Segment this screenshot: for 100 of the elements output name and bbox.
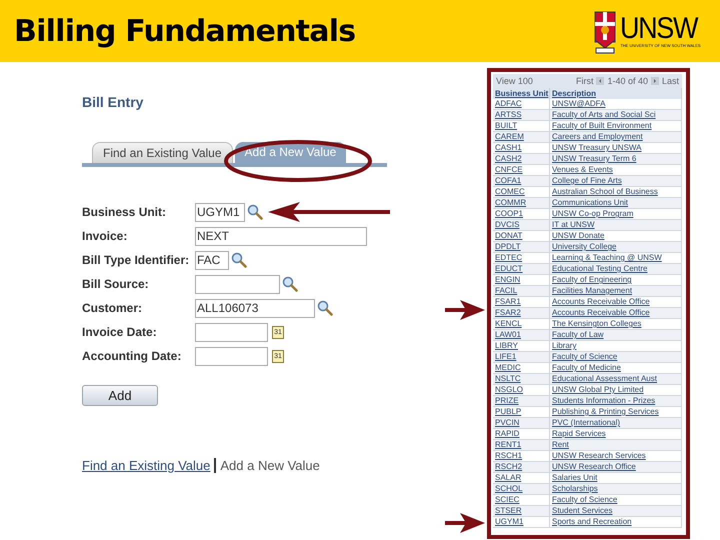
input-field[interactable]: NEXT [195,226,367,246]
table-cell-link[interactable]: UNSW Global Pty Limited [550,385,682,395]
table-cell-link[interactable]: RENT1 [493,440,550,450]
table-cell-link[interactable]: DPDLT [493,242,550,252]
table-cell-link[interactable]: NSLTC [493,374,550,384]
table-cell-link[interactable]: Communications Unit [550,198,682,208]
table-cell-link[interactable]: Faculty of Medicine [550,363,682,373]
table-cell-link[interactable]: Faculty of Law [550,330,682,340]
table-cell-link[interactable]: EDUCT [493,264,550,274]
table-cell-link[interactable]: Faculty of Science [550,495,682,505]
table-cell-link[interactable]: COOP1 [493,209,550,219]
table-cell-link[interactable]: Rent [550,440,682,450]
table-cell-link[interactable]: PVCIN [493,418,550,428]
table-cell-link[interactable]: COFA1 [493,176,550,186]
table-cell-link[interactable]: Publishing & Printing Services [550,407,682,417]
table-cell-link[interactable]: SALAR [493,473,550,483]
table-cell-link[interactable]: CASH1 [493,143,550,153]
input-field[interactable]: ALL106073 [195,298,315,318]
table-cell-link[interactable]: UNSW Research Office [550,462,682,472]
last-link[interactable]: Last [662,76,679,86]
logo-wordmark: UNSW [620,14,698,44]
field-label: Bill Source: [82,276,150,293]
search-icon[interactable] [247,204,263,220]
table-cell-link[interactable]: PUBLP [493,407,550,417]
table-cell-link[interactable]: COMMR [493,198,550,208]
input-field[interactable] [195,274,280,294]
table-cell-link[interactable]: LIFE1 [493,352,550,362]
table-cell-link[interactable]: PVC (International) [550,418,682,428]
table-cell-link[interactable]: Facilities Management [550,286,682,296]
table-cell-link[interactable]: SCHOL [493,484,550,494]
table-cell-link[interactable]: LIBRY [493,341,550,351]
next-icon[interactable] [650,77,659,85]
table-cell-link[interactable]: IT at UNSW [550,220,682,230]
table-cell-link[interactable]: ARTSS [493,110,550,120]
table-cell-link[interactable]: SCIEC [493,495,550,505]
table-cell-link[interactable]: FACIL [493,286,550,296]
table-cell-link[interactable]: Accounts Receivable Office [550,308,682,318]
table-cell-link[interactable]: University College [550,242,682,252]
table-cell-link[interactable]: UNSW Treasury UNSWA [550,143,682,153]
table-cell-link[interactable]: LAW01 [493,330,550,340]
table-cell-link[interactable]: ENGIN [493,275,550,285]
table-cell-link[interactable]: Educational Testing Centre [550,264,682,274]
input-field[interactable]: FAC [195,250,229,270]
table-cell-link[interactable]: BUILT [493,121,550,131]
table-cell-link[interactable]: Sports and Recreation [550,517,682,527]
table-cell-link[interactable]: Faculty of Science [550,352,682,362]
table-cell-link[interactable]: Faculty of Built Environment [550,121,682,131]
table-cell-link[interactable]: STSER [493,506,550,516]
table-cell-link[interactable]: UNSW Co-op Program [550,209,682,219]
table-cell-link[interactable]: Faculty of Arts and Social Sci [550,110,682,120]
table-cell-link[interactable]: ADFAC [493,99,550,109]
table-cell-link[interactable]: RSCH1 [493,451,550,461]
table-cell-link[interactable]: EDTEC [493,253,550,263]
table-cell-link[interactable]: UNSW Donate [550,231,682,241]
table-cell-link[interactable]: CNFCE [493,165,550,175]
table-cell-link[interactable]: Scholarships [550,484,682,494]
table-cell-link[interactable]: PRIZE [493,396,550,406]
table-cell-link[interactable]: FSAR1 [493,297,550,307]
table-cell-link[interactable]: UNSW Research Services [550,451,682,461]
table-cell-link[interactable]: Faculty of Engineering [550,275,682,285]
input-field[interactable]: UGYM1 [195,202,245,222]
table-cell-link[interactable]: COMEC [493,187,550,197]
table-cell-link[interactable]: DONAT [493,231,550,241]
view-all-link[interactable]: View 100 [496,76,533,86]
table-cell-link[interactable]: The Kensington Colleges [550,319,682,329]
add-button[interactable]: Add [82,385,158,406]
link[interactable]: Find an Existing Value [82,456,210,476]
first-link[interactable]: First [576,76,594,86]
search-icon[interactable] [282,276,298,292]
table-cell-link[interactable]: FSAR2 [493,308,550,318]
table-cell-link[interactable]: CASH2 [493,154,550,164]
previous-icon[interactable] [596,77,604,85]
input-field[interactable] [195,322,268,342]
table-cell-link[interactable]: UGYM1 [493,517,550,527]
table-cell-link[interactable]: Careers and Employment [550,132,682,142]
table-cell-link[interactable]: RSCH2 [493,462,550,472]
table-cell-link[interactable]: UNSW@ADFA [550,99,682,109]
table-cell-link[interactable]: Rapid Services [550,429,682,439]
table-cell-link[interactable]: Learning & Teaching @ UNSW [550,253,682,263]
table-cell-link[interactable]: RAPID [493,429,550,439]
table-cell-link[interactable]: Student Services [550,506,682,516]
tab[interactable]: Find an Existing Value [92,142,233,163]
table-cell-link[interactable]: UNSW Treasury Term 6 [550,154,682,164]
search-icon[interactable] [231,252,247,268]
table-cell-link[interactable]: Accounts Receivable Office [550,297,682,307]
table-cell-link[interactable]: NSGLO [493,385,550,395]
table-cell-link[interactable]: Educational Assessment Aust [550,374,682,384]
arrow [445,300,485,320]
table-cell-link[interactable]: MEDIC [493,363,550,373]
input-field[interactable] [195,346,268,366]
table-cell-link[interactable]: Venues & Events [550,165,682,175]
table-cell-link[interactable]: CAREM [493,132,550,142]
table-cell-link[interactable]: KENCL [493,319,550,329]
table-cell-link[interactable]: College of Fine Arts [550,176,682,186]
table-cell-link[interactable]: Students Information - Prizes [550,396,682,406]
table-cell-link[interactable]: Salaries Unit [550,473,682,483]
table-cell-link[interactable]: DVCIS [493,220,550,230]
table-cell-link[interactable]: Library [550,341,682,351]
table-cell-link[interactable]: Australian School of Business [550,187,682,197]
search-icon[interactable] [317,300,333,316]
